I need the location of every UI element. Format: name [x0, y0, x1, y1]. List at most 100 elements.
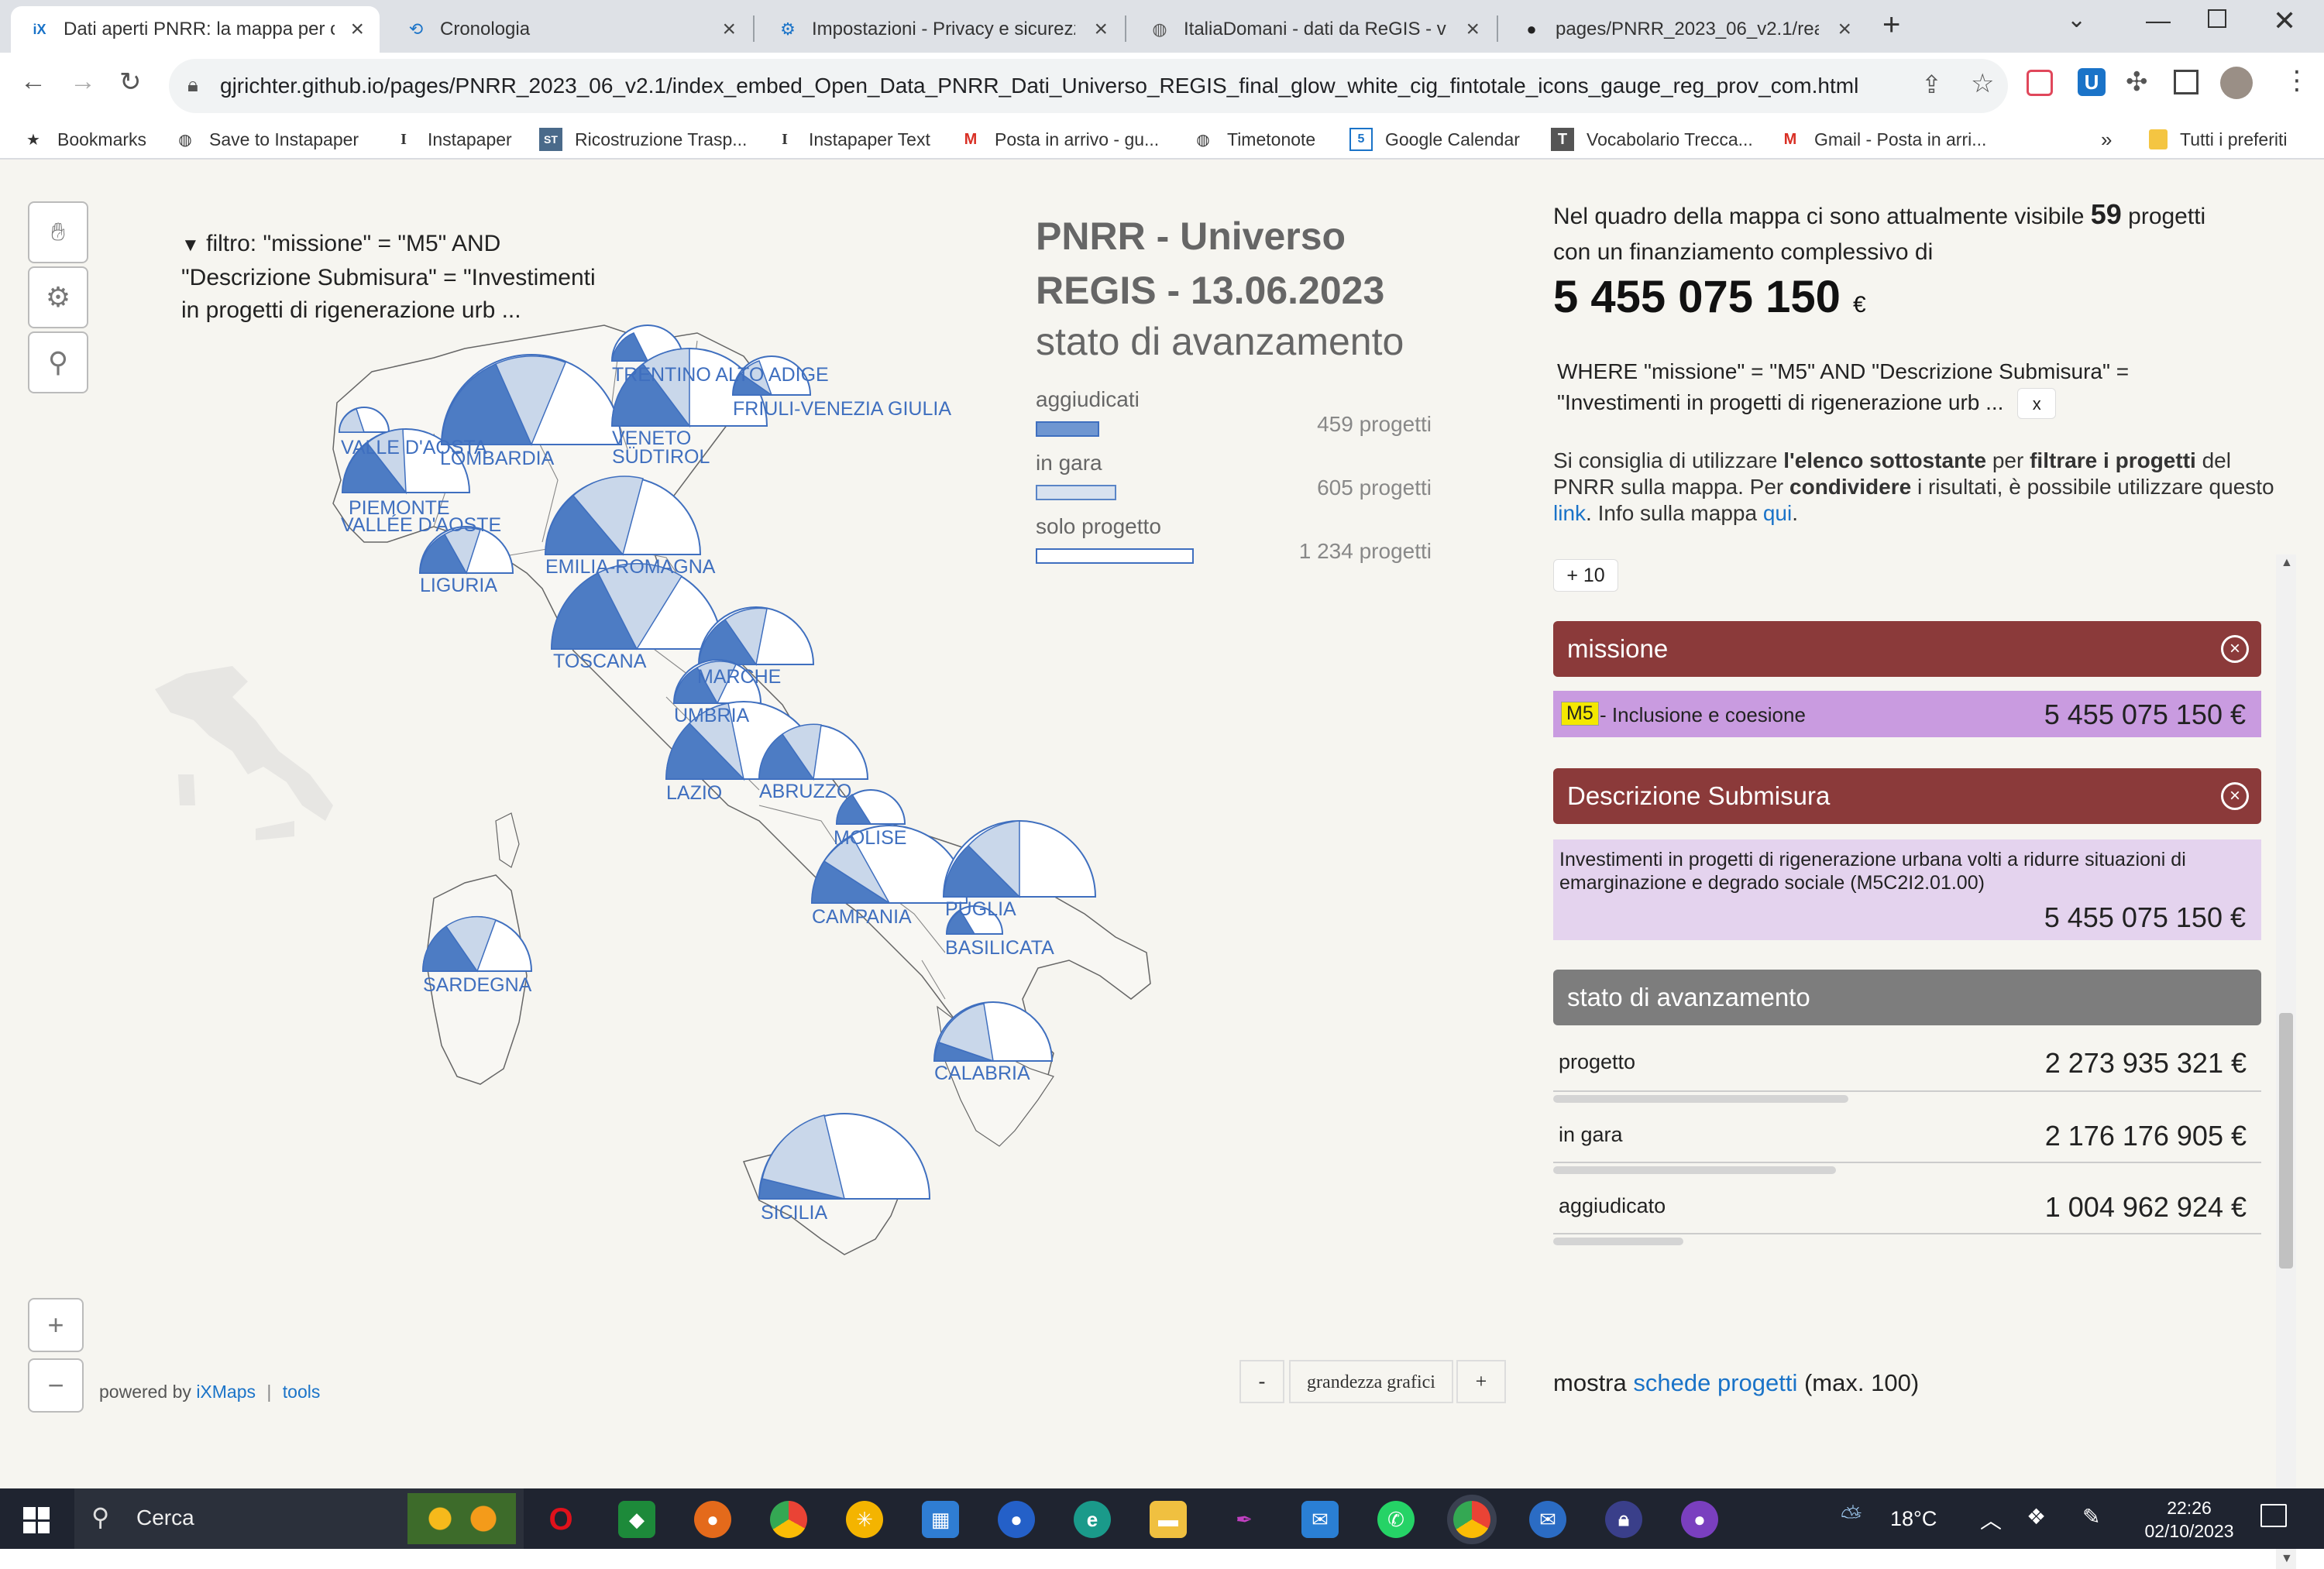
dropbox-icon[interactable]: ❖ — [2027, 1504, 2046, 1530]
lock-icon[interactable]: 🔒︎ — [187, 73, 198, 98]
italy-map[interactable]: VALLE D'AOSTA VALLÉE D'AOSTE PIEMONTE LO… — [139, 268, 1177, 1290]
size-minus-button[interactable]: - — [1239, 1360, 1284, 1403]
tab-cronologia[interactable]: ⟲ Cronologia × — [387, 6, 751, 53]
tab-italiadomani[interactable]: ◍ ItaliaDomani - dati da ReGIS - v2 × — [1131, 6, 1495, 53]
chrome-icon[interactable] — [1453, 1501, 1490, 1538]
notifications-icon[interactable] — [2260, 1504, 2287, 1527]
opera-icon[interactable]: O — [542, 1501, 579, 1538]
tab-impostazioni[interactable]: ⚙ Impostazioni - Privacy e sicurezza × — [759, 6, 1123, 53]
file-explorer-icon[interactable]: ▬ — [1150, 1501, 1187, 1538]
bookmark-item[interactable]: M Gmail - Posta in arri... — [1779, 125, 1987, 153]
edge-icon[interactable]: e — [1074, 1501, 1111, 1538]
more-button[interactable]: + 10 — [1553, 559, 1618, 592]
share-link[interactable]: link — [1553, 501, 1586, 525]
ixmaps-link[interactable]: iXMaps — [196, 1382, 256, 1402]
github-desktop-icon[interactable]: ● — [1681, 1501, 1718, 1538]
restore-button[interactable] — [2208, 9, 2226, 28]
close-icon[interactable]: × — [2221, 635, 2249, 663]
submisura-row[interactable]: Investimenti in progetti di rigenerazion… — [1553, 839, 2261, 940]
bookmark-item[interactable]: 5 Google Calendar — [1349, 125, 1520, 153]
feather-icon[interactable]: ✒ — [1226, 1501, 1263, 1538]
missione-header[interactable]: missione × — [1553, 621, 2261, 677]
chrome-alt-icon[interactable] — [770, 1501, 807, 1538]
address-bar[interactable]: 🔒︎ gjrichter.github.io/pages/PNRR_2023_0… — [169, 59, 2008, 113]
close-icon[interactable]: × — [722, 16, 736, 43]
github-icon: ● — [1526, 19, 1537, 39]
bookmark-item[interactable]: ◍ Timetonote — [1191, 125, 1315, 153]
bookmark-item[interactable]: I Instapaper — [392, 125, 512, 153]
app-yellow-icon[interactable]: ✳ — [846, 1501, 883, 1538]
bookmark-label: Ricostruzione Trasp... — [575, 129, 748, 149]
region-label: ABRUZZO — [759, 781, 851, 802]
panel-scrollbar[interactable]: ▲ ▼ — [2276, 554, 2296, 1569]
tab-github[interactable]: ● pages/PNRR_2023_06_v2.1/readm × — [1503, 6, 1867, 53]
app-green-icon[interactable]: ◆ — [618, 1501, 655, 1538]
close-window-button[interactable]: ✕ — [2273, 5, 2296, 37]
pen-icon[interactable]: ✎ — [2082, 1504, 2100, 1530]
search-button[interactable]: ⚲ — [28, 331, 88, 393]
treccani-icon: T — [1551, 128, 1574, 151]
extension-u-icon[interactable]: U — [2078, 68, 2106, 96]
settings-button[interactable]: ⚙ — [28, 266, 88, 328]
store-icon[interactable]: ▦ — [922, 1501, 959, 1538]
whatsapp-icon[interactable]: ✆ — [1377, 1501, 1415, 1538]
bookmark-item[interactable]: M Posta in arrivo - gu... — [959, 125, 1160, 153]
reload-button[interactable]: ↻ — [119, 67, 142, 98]
scroll-up-arrow[interactable]: ▲ — [2281, 556, 2293, 570]
tray-chevron-icon[interactable]: ︿ — [1980, 1504, 2002, 1535]
bookmark-item[interactable]: ◍ Save to Instapaper — [174, 125, 359, 153]
bookmark-item[interactable]: T Vocabolario Trecca... — [1551, 125, 1753, 153]
info-link[interactable]: qui — [1763, 501, 1792, 525]
all-bookmarks[interactable]: Tutti i preferiti — [2149, 125, 2287, 153]
bookmark-item[interactable]: I Instapaper Text — [773, 125, 930, 153]
minimize-button[interactable]: — — [2146, 6, 2171, 35]
advice-bold: condividere — [1789, 475, 1912, 499]
firefox-icon[interactable]: ● — [694, 1501, 731, 1538]
weather-temp[interactable]: 18°C — [1890, 1507, 1937, 1531]
kebab-menu-icon[interactable]: ⋮ — [2284, 65, 2310, 96]
new-tab-button[interactable]: + — [1882, 8, 1900, 43]
weather-icon[interactable]: ⛅︎ — [1841, 1502, 1862, 1533]
pan-info-button[interactable]: ✋︎ — [28, 201, 88, 263]
region-chart-puglia[interactable] — [942, 820, 1097, 898]
scroll-down-arrow[interactable]: ▼ — [2281, 1552, 2293, 1566]
taskbar-search[interactable]: ⚲ Cerca — [74, 1488, 524, 1549]
close-icon[interactable]: × — [350, 16, 364, 43]
bookmarks-overflow[interactable]: » — [2101, 125, 2112, 153]
vpn-lock-icon[interactable]: 🔒︎ — [1605, 1501, 1642, 1538]
scroll-thumb[interactable] — [2279, 1013, 2293, 1269]
forward-button[interactable]: → — [70, 67, 96, 97]
close-icon[interactable]: × — [2221, 782, 2249, 810]
tab-search-icon[interactable]: ⌄ — [2067, 6, 2086, 33]
firefox-dev-icon[interactable]: ● — [998, 1501, 1035, 1538]
submisura-header[interactable]: Descrizione Submisura × — [1553, 768, 2261, 824]
bookmark-item[interactable]: ST Ricostruzione Trasp... — [539, 125, 747, 153]
search-icon: ⚲ — [91, 1503, 110, 1531]
zoom-out-button[interactable]: − — [28, 1358, 84, 1413]
back-button[interactable]: ← — [20, 67, 46, 97]
windows-start-icon[interactable] — [23, 1507, 50, 1533]
clock[interactable]: 22:26 02/10/2023 — [2135, 1496, 2243, 1543]
zoom-in-button[interactable]: + — [28, 1298, 84, 1352]
bookmark-item[interactable]: ★ Bookmarks — [22, 125, 146, 153]
close-icon[interactable]: × — [1094, 16, 1108, 43]
pocket-icon[interactable] — [2027, 70, 2053, 96]
region-chart-sicilia[interactable] — [758, 1113, 931, 1200]
where-close-button[interactable]: x — [2017, 388, 2057, 419]
size-plus-button[interactable]: + — [1456, 1360, 1506, 1403]
mail-icon[interactable]: ✉ — [1301, 1501, 1339, 1538]
close-icon[interactable]: × — [1466, 16, 1480, 43]
tab-pnrr-map[interactable]: iX Dati aperti PNRR: la mappa per c × — [11, 6, 380, 53]
star-icon[interactable]: ☆ — [1971, 68, 1994, 99]
missione-row[interactable]: M5 - Inclusione e coesione 5 455 075 150… — [1553, 691, 2261, 737]
schede-link[interactable]: schede progetti — [1633, 1369, 1797, 1396]
share-icon[interactable]: ⇪ — [1921, 70, 1942, 99]
close-icon[interactable]: × — [1838, 16, 1851, 43]
avatar[interactable] — [2220, 67, 2253, 99]
puzzle-icon[interactable]: ✣ — [2126, 67, 2148, 98]
tools-link[interactable]: tools — [283, 1382, 321, 1402]
bookmark-label: Google Calendar — [1385, 129, 1520, 149]
sidepanel-icon[interactable] — [2174, 70, 2199, 94]
thunderbird-icon[interactable]: ✉ — [1529, 1501, 1566, 1538]
region-label: EMILIA-ROMAGNA — [545, 556, 716, 578]
